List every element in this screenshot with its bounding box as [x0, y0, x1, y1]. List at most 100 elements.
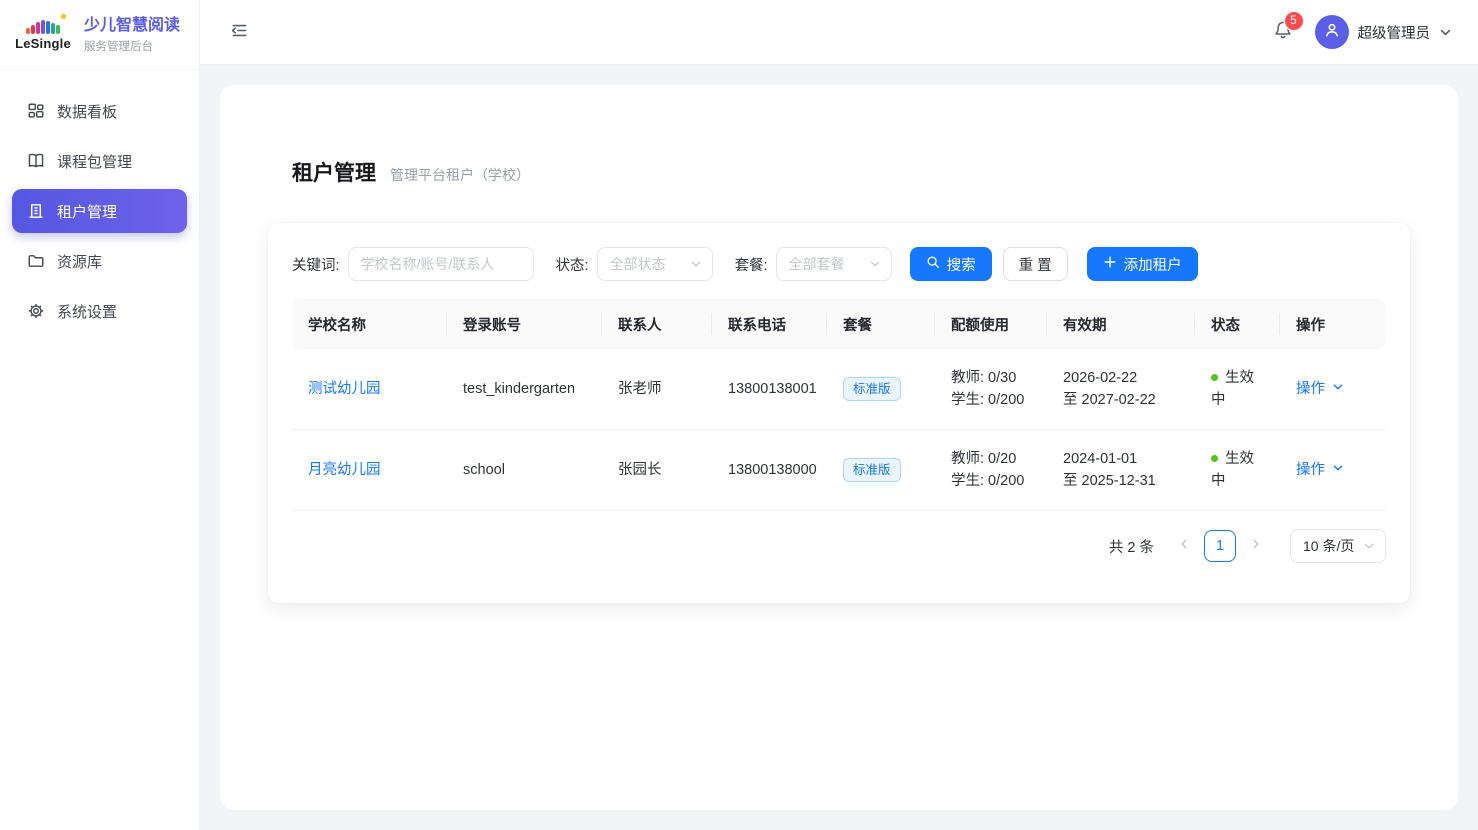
plan-badge: 标准版 [843, 377, 901, 401]
pagination-total: 共 2 条 [1109, 536, 1154, 557]
login-account-cell: test_kindergarten [447, 349, 602, 430]
status-select[interactable]: 全部状态 [597, 247, 713, 281]
search-button-label: 搜索 [947, 254, 976, 275]
user-name: 超级管理员 [1358, 22, 1431, 43]
chevron-left-icon [1178, 537, 1190, 555]
tenant-panel: 关键词: 状态: 全部状态 套餐: 全部套餐 [268, 223, 1410, 603]
page-size-value: 10 条/页 [1303, 536, 1354, 556]
row-actions-dropdown[interactable]: 操作 [1296, 459, 1344, 481]
sidebar: LeSingle 少儿智慧阅读 服务管理后台 数据看板 [0, 0, 200, 830]
col-validity: 有效期 [1047, 299, 1195, 349]
next-page-button[interactable] [1246, 533, 1266, 559]
app-root: LeSingle 少儿智慧阅读 服务管理后台 数据看板 [0, 0, 1478, 830]
sidebar-item-label: 租户管理 [57, 201, 117, 222]
quota-student: 学生: 0/200 [951, 470, 1031, 492]
col-login-account: 登录账号 [447, 299, 602, 349]
table-row: 月亮幼儿园 school 张园长 13800138000 标准版 教师: 0/2… [292, 430, 1386, 511]
prev-page-button[interactable] [1174, 533, 1194, 559]
col-status: 状态 [1195, 299, 1280, 349]
brand-meta: 少儿智慧阅读 服务管理后台 [84, 16, 180, 54]
chevron-down-icon [1332, 459, 1344, 481]
brand: LeSingle 少儿智慧阅读 服务管理后台 [0, 0, 199, 70]
chevron-down-icon [869, 258, 881, 270]
table-header: 学校名称 登录账号 联系人 联系电话 套餐 配额使用 有效期 状态 操作 [292, 299, 1386, 349]
topbar: 5 超级管理员 [200, 0, 1478, 65]
sidebar-item-label: 数据看板 [57, 101, 117, 122]
reset-button-label: 重 置 [1019, 254, 1052, 275]
sidebar-item-tenants[interactable]: 租户管理 [12, 189, 187, 233]
col-phone: 联系电话 [712, 299, 827, 349]
col-school-name: 学校名称 [292, 299, 447, 349]
folder-icon [27, 252, 45, 270]
content-area: 租户管理 管理平台租户（学校） 关键词: 状态: 全部状态 [200, 65, 1478, 830]
logo-text: LeSingle [15, 36, 71, 51]
topbar-right: 5 超级管理员 [1269, 15, 1453, 49]
sidebar-item-settings[interactable]: 系统设置 [12, 289, 187, 333]
status-label: 状态: [556, 254, 589, 275]
notification-badge: 5 [1285, 12, 1303, 30]
plan-select[interactable]: 全部套餐 [776, 247, 892, 281]
row-actions-label: 操作 [1296, 378, 1325, 400]
sidebar-item-course-packages[interactable]: 课程包管理 [12, 139, 187, 183]
building-icon [27, 202, 45, 220]
keyword-input[interactable] [348, 247, 534, 281]
table-header-row: 学校名称 登录账号 联系人 联系电话 套餐 配额使用 有效期 状态 操作 [292, 299, 1386, 349]
row-actions-dropdown[interactable]: 操作 [1296, 378, 1344, 400]
status-cell: 生效中 [1195, 430, 1280, 511]
valid-to: 至 2025-12-31 [1063, 470, 1179, 492]
user-menu[interactable]: 超级管理员 [1315, 15, 1453, 49]
plan-label: 套餐: [735, 254, 768, 275]
col-contact: 联系人 [602, 299, 712, 349]
col-actions: 操作 [1280, 299, 1386, 349]
sidebar-item-dashboard[interactable]: 数据看板 [12, 89, 187, 133]
quota-teacher: 教师: 0/30 [951, 367, 1031, 389]
valid-from: 2026-02-22 [1063, 367, 1179, 389]
sidebar-collapse-button[interactable] [226, 17, 253, 47]
lesingle-logo: LeSingle [12, 18, 74, 51]
page-subtitle: 管理平台租户（学校） [390, 165, 530, 185]
sidebar-item-label: 课程包管理 [57, 151, 132, 172]
page-1-button[interactable]: 1 [1204, 530, 1236, 562]
person-icon [1323, 21, 1341, 44]
quota-student: 学生: 0/200 [951, 389, 1031, 411]
col-plan: 套餐 [827, 299, 935, 349]
menu-fold-icon [230, 21, 249, 43]
phone-cell: 13800138000 [712, 430, 827, 511]
school-name-link[interactable]: 测试幼儿园 [308, 381, 381, 397]
sidebar-item-resources[interactable]: 资源库 [12, 239, 187, 283]
main-column: 5 超级管理员 [200, 0, 1478, 830]
table-row: 测试幼儿园 test_kindergarten 张老师 13800138001 … [292, 349, 1386, 430]
plan-select-value: 全部套餐 [789, 254, 845, 274]
sidebar-item-label: 资源库 [57, 251, 102, 272]
add-tenant-button[interactable]: 添加租户 [1087, 247, 1198, 281]
avatar [1315, 15, 1349, 49]
gear-icon [27, 302, 45, 320]
status-dot [1211, 455, 1218, 462]
sidebar-item-label: 系统设置 [57, 301, 117, 322]
pagination: 共 2 条 1 10 条/页 [292, 529, 1386, 563]
chevron-down-icon [690, 258, 702, 270]
chevron-right-icon [1250, 537, 1262, 555]
plan-badge: 标准版 [843, 458, 901, 482]
chevron-down-icon [1439, 26, 1452, 39]
page-size-select[interactable]: 10 条/页 [1290, 529, 1386, 563]
status-cell: 生效中 [1195, 349, 1280, 430]
status-dot [1211, 374, 1218, 381]
tenant-table: 学校名称 登录账号 联系人 联系电话 套餐 配额使用 有效期 状态 操作 [292, 299, 1386, 511]
keyword-label: 关键词: [292, 254, 340, 275]
logo-bars-icon [26, 18, 60, 34]
status-select-value: 全部状态 [610, 254, 666, 274]
tenant-card: 租户管理 管理平台租户（学校） 关键词: 状态: 全部状态 [220, 85, 1458, 810]
contact-cell: 张老师 [602, 349, 712, 430]
quota-teacher: 教师: 0/20 [951, 448, 1031, 470]
school-name-link[interactable]: 月亮幼儿园 [308, 462, 381, 478]
chevron-down-icon [1332, 378, 1344, 400]
notifications-button[interactable]: 5 [1269, 16, 1297, 49]
valid-from: 2024-01-01 [1063, 448, 1179, 470]
search-button[interactable]: 搜索 [910, 247, 992, 281]
book-icon [27, 152, 45, 170]
login-account-cell: school [447, 430, 602, 511]
plus-icon [1103, 255, 1117, 273]
col-quota: 配额使用 [935, 299, 1047, 349]
reset-button[interactable]: 重 置 [1003, 247, 1068, 281]
